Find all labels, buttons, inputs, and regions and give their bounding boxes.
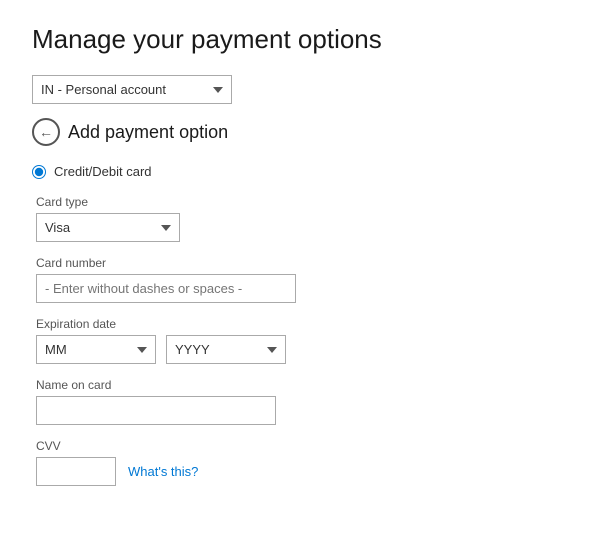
card-number-group: Card number (36, 256, 568, 303)
add-payment-label: Add payment option (68, 122, 228, 143)
name-on-card-group: Name on card (36, 378, 568, 425)
card-type-select[interactable]: Visa Mastercard American Express Discove… (36, 213, 180, 242)
account-selector-wrapper: IN - Personal account US - Personal acco… (32, 75, 568, 104)
expiration-month-select[interactable]: MM 01 02 03 04 05 06 07 08 09 10 11 12 (36, 335, 156, 364)
expiration-row: MM 01 02 03 04 05 06 07 08 09 10 11 12 Y… (36, 335, 568, 364)
name-on-card-label: Name on card (36, 378, 568, 392)
credit-debit-radio[interactable] (32, 165, 46, 179)
payment-methods-section: Credit/Debit card (32, 164, 568, 179)
expiration-year-select[interactable]: YYYY 2024 2025 2026 2027 2028 2029 2030 (166, 335, 286, 364)
cvv-section: What's this? (36, 457, 568, 486)
expiration-label: Expiration date (36, 317, 568, 331)
credit-debit-option: Credit/Debit card (32, 164, 568, 179)
back-arrow-icon: ← (39, 125, 53, 139)
add-payment-row: ← Add payment option (32, 118, 568, 146)
whats-this-link[interactable]: What's this? (128, 464, 198, 479)
card-type-group: Card type Visa Mastercard American Expre… (36, 195, 568, 242)
name-on-card-input[interactable] (36, 396, 276, 425)
cvv-label: CVV (36, 439, 568, 453)
back-button[interactable]: ← (32, 118, 60, 146)
card-number-label: Card number (36, 256, 568, 270)
credit-debit-label: Credit/Debit card (54, 164, 152, 179)
card-type-label: Card type (36, 195, 568, 209)
expiration-group: Expiration date MM 01 02 03 04 05 06 07 … (36, 317, 568, 364)
card-number-input[interactable] (36, 274, 296, 303)
cvv-group: CVV What's this? (36, 439, 568, 486)
cvv-input[interactable] (36, 457, 116, 486)
account-selector[interactable]: IN - Personal account US - Personal acco… (32, 75, 232, 104)
page-title: Manage your payment options (32, 24, 568, 55)
card-form: Card type Visa Mastercard American Expre… (36, 195, 568, 486)
